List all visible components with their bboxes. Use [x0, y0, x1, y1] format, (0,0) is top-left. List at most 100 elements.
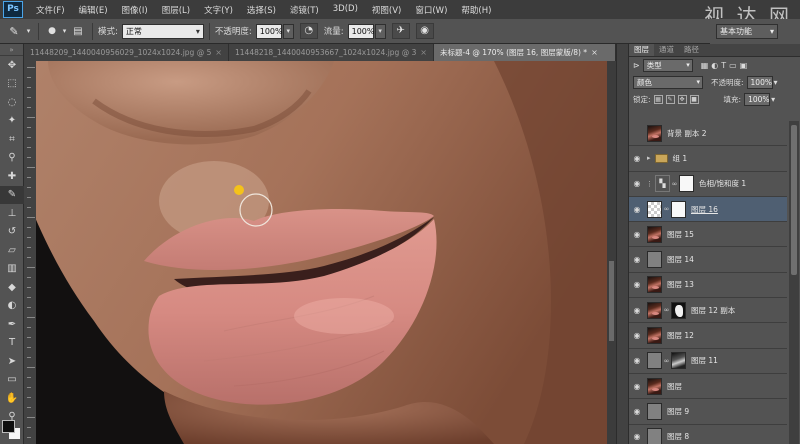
close-icon[interactable]: ×	[215, 44, 222, 61]
layer-row[interactable]: ◉ 图层	[629, 374, 787, 400]
dodge-tool-icon[interactable]: ◐	[0, 297, 24, 316]
document-tab[interactable]: 未标题-4 @ 170% (图层 16, 图层蒙版/8) * ×	[434, 44, 616, 61]
canvas-scrollbar-thumb[interactable]	[609, 261, 614, 341]
lasso-tool-icon[interactable]: ◌	[0, 93, 24, 112]
visibility-eye-icon[interactable]: ◉	[629, 280, 645, 289]
layer-row[interactable]: ◉ ⋮ ▚ ∞ 色相/饱和度 1	[629, 172, 787, 197]
lock-all-icon[interactable]: ■	[689, 95, 699, 104]
flow-field[interactable]: 100%	[347, 23, 375, 39]
document-tab[interactable]: 11448209_1440040956029_1024x1024.jpg @ 5…	[24, 44, 229, 61]
menu-item[interactable]: 窗口(W)	[408, 4, 454, 16]
pressure-opacity-button[interactable]: ◔	[299, 23, 318, 39]
visibility-eye-icon[interactable]: ◉	[629, 306, 645, 315]
layer-thumbnail[interactable]	[647, 124, 662, 142]
layer-thumbnail[interactable]	[647, 327, 662, 345]
layer-row[interactable]: ◉ 图层 13	[629, 273, 787, 299]
fill-field[interactable]: 100%	[744, 93, 771, 106]
panel-tab[interactable]: 通道	[654, 44, 679, 56]
pixel-filter-icon[interactable]: ▦	[701, 61, 709, 70]
layer-mask-thumbnail[interactable]	[671, 301, 686, 319]
canvas[interactable]	[24, 61, 616, 444]
hand-tool-icon[interactable]: ✋	[0, 389, 24, 408]
shape-filter-icon[interactable]: ▭	[729, 61, 737, 70]
menu-item[interactable]: 文件(F)	[29, 4, 72, 16]
layer-thumbnail[interactable]	[647, 402, 662, 420]
layer-thumbnail[interactable]	[647, 225, 662, 243]
panel-tab[interactable]: 图层	[629, 44, 654, 56]
layer-mask-thumbnail[interactable]	[671, 352, 686, 370]
healing-brush-tool-icon[interactable]: ✚	[0, 167, 24, 186]
expand-arrow-icon[interactable]: ▸	[647, 154, 651, 162]
history-brush-tool-icon[interactable]: ↺	[0, 223, 24, 242]
brush-panel-icon[interactable]: ▤	[69, 22, 87, 40]
layer-mask-thumbnail[interactable]	[679, 175, 694, 193]
close-icon[interactable]: ×	[591, 44, 598, 61]
type-filter-icon[interactable]: T	[721, 61, 726, 70]
brush-tool-icon[interactable]: ✎	[4, 22, 24, 40]
adjust-filter-icon[interactable]: ◐	[711, 61, 718, 70]
visibility-eye-icon[interactable]: ◉	[629, 407, 645, 416]
layer-thumbnail[interactable]	[647, 352, 662, 370]
move-tool-icon[interactable]: ✥	[0, 56, 24, 75]
panel-tab[interactable]: 路径	[679, 44, 704, 56]
pen-tool-icon[interactable]: ✒	[0, 315, 24, 334]
layer-row[interactable]: ◉ ∞ 图层 11	[629, 349, 787, 374]
close-icon[interactable]: ×	[420, 44, 427, 61]
visibility-eye-icon[interactable]: ◉	[629, 432, 645, 441]
layer-row[interactable]: ◉ 背景 副本 2	[629, 121, 787, 147]
menu-item[interactable]: 文字(Y)	[197, 4, 240, 16]
layer-thumbnail[interactable]	[647, 428, 662, 444]
link-icon[interactable]: ∞	[663, 306, 670, 314]
chevron-down-icon[interactable]: ▾	[24, 22, 33, 40]
toolbar-collapse-icon[interactable]: »	[0, 44, 23, 56]
lock-transparency-icon[interactable]: ▦	[653, 95, 663, 104]
shape-tool-icon[interactable]: ▭	[0, 371, 24, 390]
gradient-tool-icon[interactable]: ▥	[0, 260, 24, 279]
eyedropper-tool-icon[interactable]: ⚲	[0, 149, 24, 168]
layer-thumbnail[interactable]	[647, 301, 662, 319]
layers-scrollbar[interactable]	[789, 121, 799, 444]
visibility-eye-icon[interactable]: ◉	[629, 331, 645, 340]
layer-mask-thumbnail[interactable]	[671, 200, 686, 218]
layer-row[interactable]: ◉ 图层 12	[629, 323, 787, 349]
visibility-eye-icon[interactable]: ◉	[629, 129, 645, 138]
chevron-down-icon[interactable]: ▾	[771, 95, 775, 104]
layer-row[interactable]: ◉ ∞ 图层 12 副本	[629, 298, 787, 324]
menu-item[interactable]: 图像(I)	[115, 4, 155, 16]
layer-thumbnail[interactable]	[647, 276, 662, 294]
adjustment-layer-icon[interactable]: ▚	[655, 175, 670, 193]
flow-dropdown[interactable]: ▾	[374, 23, 386, 39]
link-icon[interactable]: ∞	[663, 205, 670, 213]
visibility-eye-icon[interactable]: ◉	[629, 255, 645, 264]
eraser-tool-icon[interactable]: ▱	[0, 241, 24, 260]
layer-row[interactable]: ◉ 图层 15	[629, 222, 787, 248]
layer-row[interactable]: ◉ ∞ 图层 16	[629, 196, 787, 223]
canvas-scrollbar[interactable]	[607, 61, 616, 444]
menu-item[interactable]: 选择(S)	[240, 4, 283, 16]
marquee-tool-icon[interactable]: ⬚	[0, 75, 24, 94]
layer-row[interactable]: ◉ 图层 9	[629, 399, 787, 425]
menu-item[interactable]: 3D(D)	[326, 4, 365, 16]
visibility-eye-icon[interactable]: ◉	[629, 382, 645, 391]
visibility-eye-icon[interactable]: ◉	[629, 205, 645, 214]
airbrush-button[interactable]: ✈	[391, 23, 410, 39]
link-icon[interactable]: ∞	[663, 357, 670, 365]
menu-item[interactable]: 编辑(E)	[72, 4, 115, 16]
opacity-dropdown[interactable]: ▾	[282, 23, 294, 39]
layer-row[interactable]: ◉ 图层 14	[629, 247, 787, 273]
menu-item[interactable]: 滤镜(T)	[283, 4, 326, 16]
pressure-size-button[interactable]: ◉	[415, 23, 434, 39]
layer-kind-select[interactable]: 类型	[642, 59, 693, 72]
brush-tool-icon[interactable]: ✎	[0, 185, 24, 204]
layer-thumbnail[interactable]	[647, 251, 662, 269]
clone-stamp-tool-icon[interactable]: ⊥	[0, 204, 24, 223]
blur-tool-icon[interactable]: ◆	[0, 278, 24, 297]
visibility-eye-icon[interactable]: ◉	[629, 154, 645, 163]
menu-item[interactable]: 图层(L)	[155, 4, 197, 16]
chevron-down-icon[interactable]: ▾	[60, 22, 69, 40]
lock-pixels-icon[interactable]: ✎	[665, 95, 675, 104]
crop-tool-icon[interactable]: ⌗	[0, 130, 24, 149]
panel-opacity-field[interactable]: 100%	[746, 76, 773, 89]
blend-mode-select[interactable]: 颜色	[633, 76, 703, 89]
menu-item[interactable]: 帮助(H)	[454, 4, 498, 16]
